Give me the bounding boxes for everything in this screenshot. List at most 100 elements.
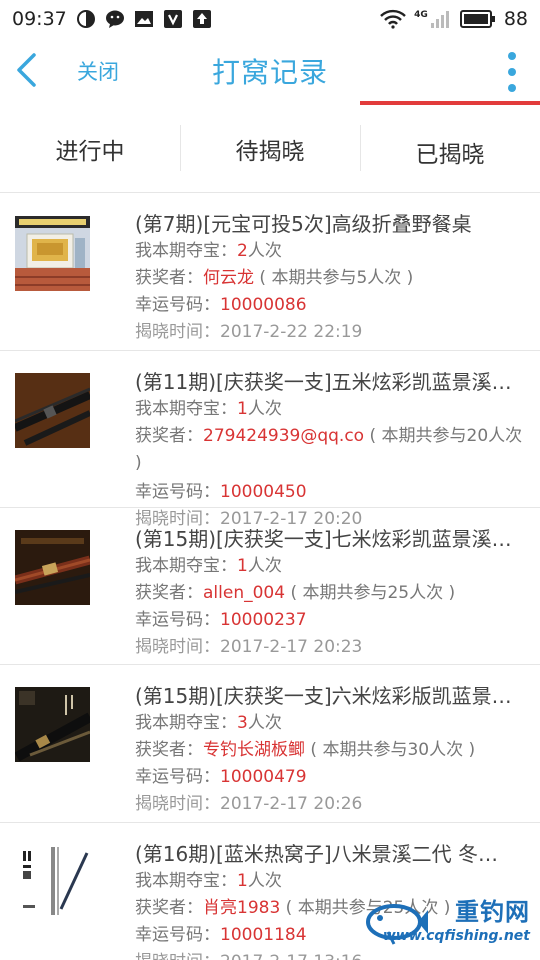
lucky-number-label: 幸运号码： [135, 925, 220, 945]
count-unit: 人次 [247, 713, 282, 733]
count-unit: 人次 [247, 241, 282, 261]
count-unit: 人次 [247, 556, 282, 576]
lucky-number: 10001184 [220, 925, 307, 945]
moon-icon [76, 9, 96, 29]
lucky-number: 10000450 [220, 482, 307, 502]
lucky-number-row: 幸运号码：10000479 [135, 764, 526, 791]
watermark-name: 重钓网 [455, 898, 530, 926]
more-dot-icon [508, 84, 516, 92]
site-watermark: 重钓网 www.cqfishing.net [364, 892, 534, 956]
winner-name: allen_004 [203, 583, 286, 603]
winner-row: 获奖者：专钓长湖板鲫 ( 本期共参与30人次 ) [135, 737, 526, 764]
tab-in-progress[interactable]: 进行中 [0, 105, 180, 192]
fishing-rod-icon [14, 687, 93, 762]
reveal-time-row: 揭晓时间：2017-2-17 20:23 [135, 634, 526, 661]
record-title: (第15期)[庆获奖一支]七米炫彩凯蓝景溪… [135, 527, 512, 551]
winner-row: 获奖者：allen_004 ( 本期共参与25人次 ) [135, 580, 526, 607]
list-item[interactable]: (第7期)[元宝可投5次]高级折叠野餐桌 我本期夺宝：2人次 获奖者：何云龙 (… [0, 193, 540, 351]
my-entries-count: 1 [237, 871, 248, 891]
my-entries-row: 我本期夺宝：2人次 [135, 238, 526, 265]
reveal-time: 2017-2-17 20:26 [220, 794, 363, 814]
my-entries-count: 2 [237, 241, 248, 261]
record-title: (第16期)[蓝米热窝子]八米景溪二代 冬… [135, 842, 499, 866]
winner-label: 获奖者： [135, 268, 203, 288]
list-item[interactable]: (第15期)[庆获奖一支]七米炫彩凯蓝景溪… 我本期夺宝：1人次 获奖者：all… [0, 508, 540, 665]
reveal-time-label: 揭晓时间： [135, 794, 220, 814]
battery-level: 88 [503, 8, 528, 30]
status-time: 09:37 [12, 8, 67, 30]
my-entries-count: 3 [237, 713, 248, 733]
network-type: 4G [414, 10, 428, 20]
upload-icon [192, 9, 212, 29]
lucky-number: 10000086 [220, 295, 307, 315]
my-entries-count: 1 [237, 556, 248, 576]
reveal-time-label: 揭晓时间： [135, 637, 220, 657]
reveal-time: 2017-2-17 20:23 [220, 637, 363, 657]
my-entries-count: 1 [237, 399, 248, 419]
list-item[interactable]: (第15期)[庆获奖一支]六米炫彩版凯蓝景… 我本期夺宝：3人次 获奖者：专钓长… [0, 665, 540, 823]
winner-label: 获奖者： [135, 426, 203, 446]
reveal-time-row: 揭晓时间：2017-2-17 20:26 [135, 791, 526, 818]
participation-count: ( 本期共参与30人次 ) [305, 740, 476, 760]
tab-pending[interactable]: 待揭晓 [180, 105, 360, 192]
list-item[interactable]: (第11期)[庆获奖一支]五米炫彩凯蓝景溪… 我本期夺宝：1人次 获奖者：279… [0, 351, 540, 529]
lucky-number-row: 幸运号码：10000086 [135, 292, 526, 319]
my-entries-label: 我本期夺宝： [135, 556, 237, 576]
winner-name: 肖亮1983 [203, 898, 281, 918]
winner-label: 获奖者： [135, 583, 203, 603]
count-unit: 人次 [247, 399, 282, 419]
reveal-time: 2017-2-22 22:19 [220, 322, 363, 342]
winner-row: 获奖者：何云龙 ( 本期共参与5人次 ) [135, 265, 526, 292]
lucky-number: 10000237 [220, 610, 307, 630]
lucky-number-label: 幸运号码： [135, 482, 220, 502]
winner-name: 279424939@qq.co [203, 426, 365, 446]
lucky-number: 10000479 [220, 767, 307, 787]
lucky-number-label: 幸运号码： [135, 295, 220, 315]
record-title: (第11期)[庆获奖一支]五米炫彩凯蓝景溪… [135, 370, 512, 394]
shield-icon [163, 9, 183, 29]
winner-row: 获奖者：279424939@qq.co ( 本期共参与20人次 ) [135, 423, 526, 477]
watermark-url: www.cqfishing.net [382, 928, 530, 944]
reveal-time-label: 揭晓时间： [135, 322, 220, 342]
my-entries-row: 我本期夺宝：1人次 [135, 868, 526, 895]
my-entries-row: 我本期夺宝：1人次 [135, 553, 526, 580]
winner-label: 获奖者： [135, 898, 203, 918]
more-dot-icon [508, 68, 516, 76]
winner-label: 获奖者： [135, 740, 203, 760]
my-entries-label: 我本期夺宝： [135, 871, 237, 891]
my-entries-row: 我本期夺宝：1人次 [135, 396, 526, 423]
battery-icon [459, 9, 496, 29]
my-entries-row: 我本期夺宝：3人次 [135, 710, 526, 737]
page-title: 打窝记录 [211, 56, 328, 89]
signal-icon [430, 9, 452, 29]
fishing-rod-icon [13, 530, 92, 605]
lucky-number-label: 幸运号码： [135, 610, 220, 630]
wifi-icon [380, 9, 407, 29]
wechat-icon [105, 9, 125, 29]
reveal-time-label: 揭晓时间： [135, 952, 220, 960]
reveal-time: 2017-2-17 13:16 [220, 952, 362, 960]
more-dot-icon [508, 52, 516, 60]
image-icon [134, 9, 154, 29]
my-entries-label: 我本期夺宝： [135, 241, 237, 261]
my-entries-label: 我本期夺宝： [135, 399, 237, 419]
folding-table-icon [15, 216, 90, 291]
winner-name: 何云龙 [203, 268, 254, 288]
winner-name: 专钓长湖板鲫 [203, 740, 305, 760]
participation-count: ( 本期共参与5人次 ) [254, 268, 414, 288]
tab-revealed[interactable]: 已揭晓 [360, 105, 540, 192]
lucky-number-row: 幸运号码：10000450 [135, 479, 526, 506]
status-tabs: 进行中 待揭晓 已揭晓 [0, 105, 540, 193]
more-options-button[interactable] [500, 50, 524, 94]
fishing-rod-icon [13, 373, 92, 448]
status-bar: 09:37 4G 88 [0, 0, 540, 38]
lucky-number-row: 幸运号码：10000237 [135, 607, 526, 634]
participation-count: ( 本期共参与25人次 ) [285, 583, 456, 603]
lucky-number-label: 幸运号码： [135, 767, 220, 787]
count-unit: 人次 [247, 871, 282, 891]
nav-bar: 关闭 打窝记录 [0, 38, 540, 105]
record-title: (第15期)[庆获奖一支]六米炫彩版凯蓝景… [135, 684, 512, 708]
record-title: (第7期)[元宝可投5次]高级折叠野餐桌 [135, 212, 472, 236]
reveal-time-row: 揭晓时间：2017-2-22 22:19 [135, 319, 526, 346]
my-entries-label: 我本期夺宝： [135, 713, 237, 733]
